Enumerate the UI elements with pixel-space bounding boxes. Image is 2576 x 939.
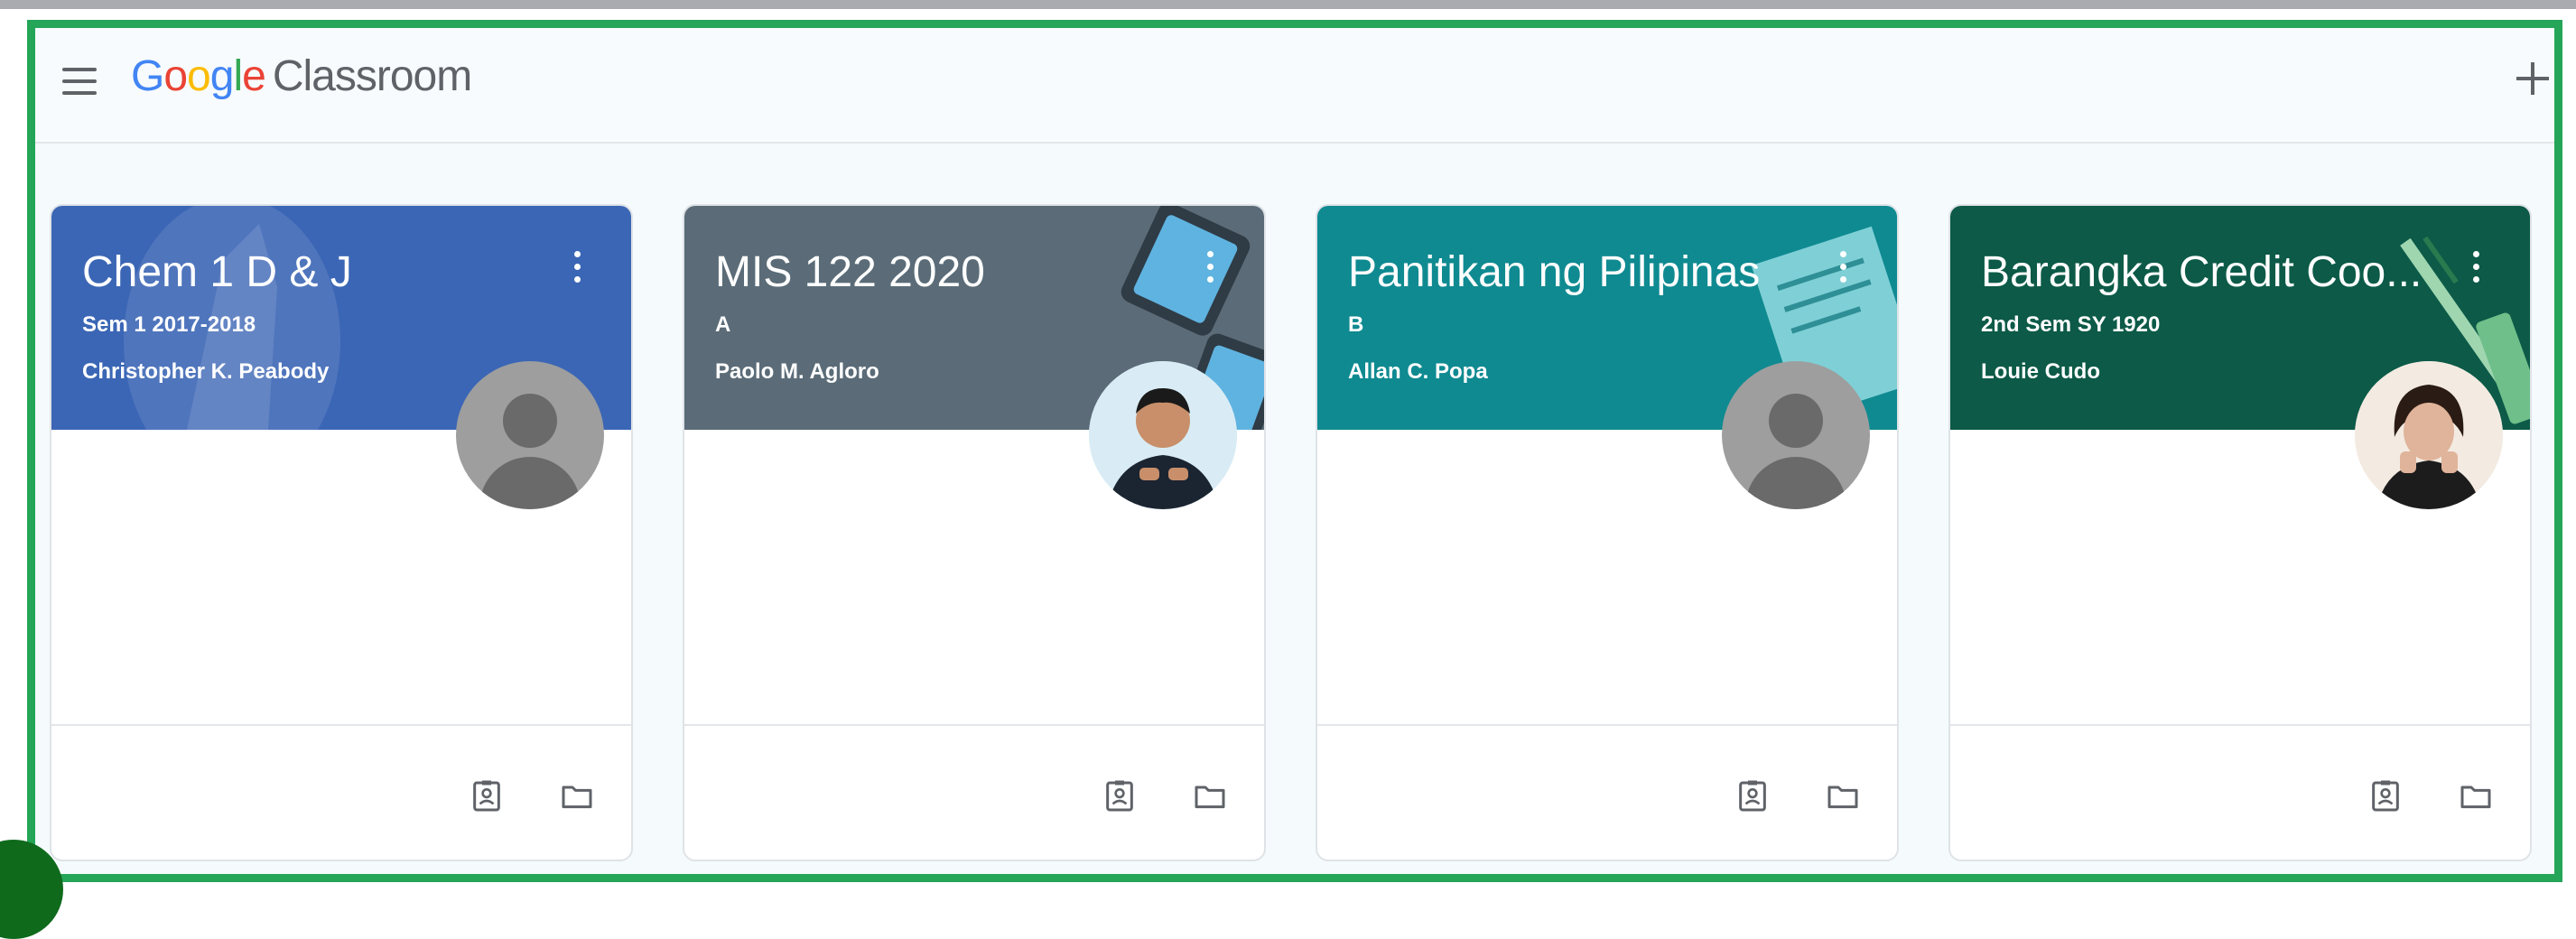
teacher-avatar (1722, 361, 1870, 509)
brand-letter: g (209, 52, 235, 100)
brand-letter: G (131, 52, 164, 100)
teacher-name: Louie Cudo (1981, 359, 2100, 384)
teacher-photo (2355, 361, 2503, 509)
assignment-icon[interactable] (1734, 778, 1771, 814)
teacher-name: Christopher K. Peabody (82, 359, 330, 384)
class-title[interactable]: MIS 122 2020 (715, 246, 1203, 300)
teacher-name: Paolo M. Agloro (715, 359, 879, 384)
brand-google: Google (131, 51, 266, 101)
class-section: A (715, 312, 731, 337)
more-options-icon[interactable] (568, 247, 586, 287)
class-card[interactable]: Panitikan ng Pilipinas B Allan C. Popa (1316, 204, 1899, 861)
class-section: Sem 1 2017-2018 (82, 312, 256, 337)
more-options-icon[interactable] (1201, 247, 1219, 287)
teacher-photo (1089, 361, 1237, 509)
highlight-frame: Google Classroom Chem 1 D & J Sem 1 2017… (27, 20, 2562, 882)
assignment-icon[interactable] (469, 778, 505, 814)
class-title[interactable]: Panitikan ng Pilipinas (1348, 246, 1836, 300)
class-section: B (1348, 312, 1364, 337)
class-section: 2nd Sem SY 1920 (1981, 312, 2161, 337)
teacher-avatar (2355, 361, 2503, 509)
brand-letter: o (163, 52, 188, 100)
app-logo[interactable]: Google Classroom (131, 51, 472, 115)
assignment-icon[interactable] (1102, 778, 1138, 814)
brand-letter: o (187, 52, 211, 100)
add-icon[interactable] (2515, 60, 2551, 97)
folder-icon[interactable] (1825, 778, 1861, 814)
folder-icon[interactable] (1192, 778, 1228, 814)
teacher-avatar (1089, 361, 1237, 509)
card-footer (1317, 724, 1897, 860)
hamburger-menu-icon[interactable] (62, 68, 97, 95)
brand-letter: e (242, 52, 266, 100)
class-title[interactable]: Chem 1 D & J (82, 246, 570, 300)
brand-letter: l (233, 52, 243, 100)
folder-icon[interactable] (2458, 778, 2494, 814)
class-title[interactable]: Barangka Credit Coo... (1981, 246, 2469, 300)
class-card[interactable]: Chem 1 D & J Sem 1 2017-2018 Christopher… (50, 204, 633, 861)
assignment-icon[interactable] (2367, 778, 2404, 814)
more-options-icon[interactable] (2467, 247, 2485, 287)
top-divider (0, 0, 2576, 9)
class-card[interactable]: MIS 122 2020 A Paolo M. Agloro (683, 204, 1266, 861)
card-footer (51, 724, 631, 860)
brand-product: Classroom (272, 52, 472, 100)
more-options-icon[interactable] (1834, 247, 1852, 287)
folder-icon[interactable] (559, 778, 595, 814)
class-card[interactable]: Barangka Credit Coo... 2nd Sem SY 1920 L… (1948, 204, 2532, 861)
card-footer (684, 724, 1264, 860)
teacher-avatar (456, 361, 604, 509)
card-footer (1950, 724, 2530, 860)
class-card-list: Chem 1 D & J Sem 1 2017-2018 Christopher… (50, 204, 2554, 872)
app-bar: Google Classroom (35, 28, 2554, 144)
teacher-name: Allan C. Popa (1348, 359, 1488, 384)
